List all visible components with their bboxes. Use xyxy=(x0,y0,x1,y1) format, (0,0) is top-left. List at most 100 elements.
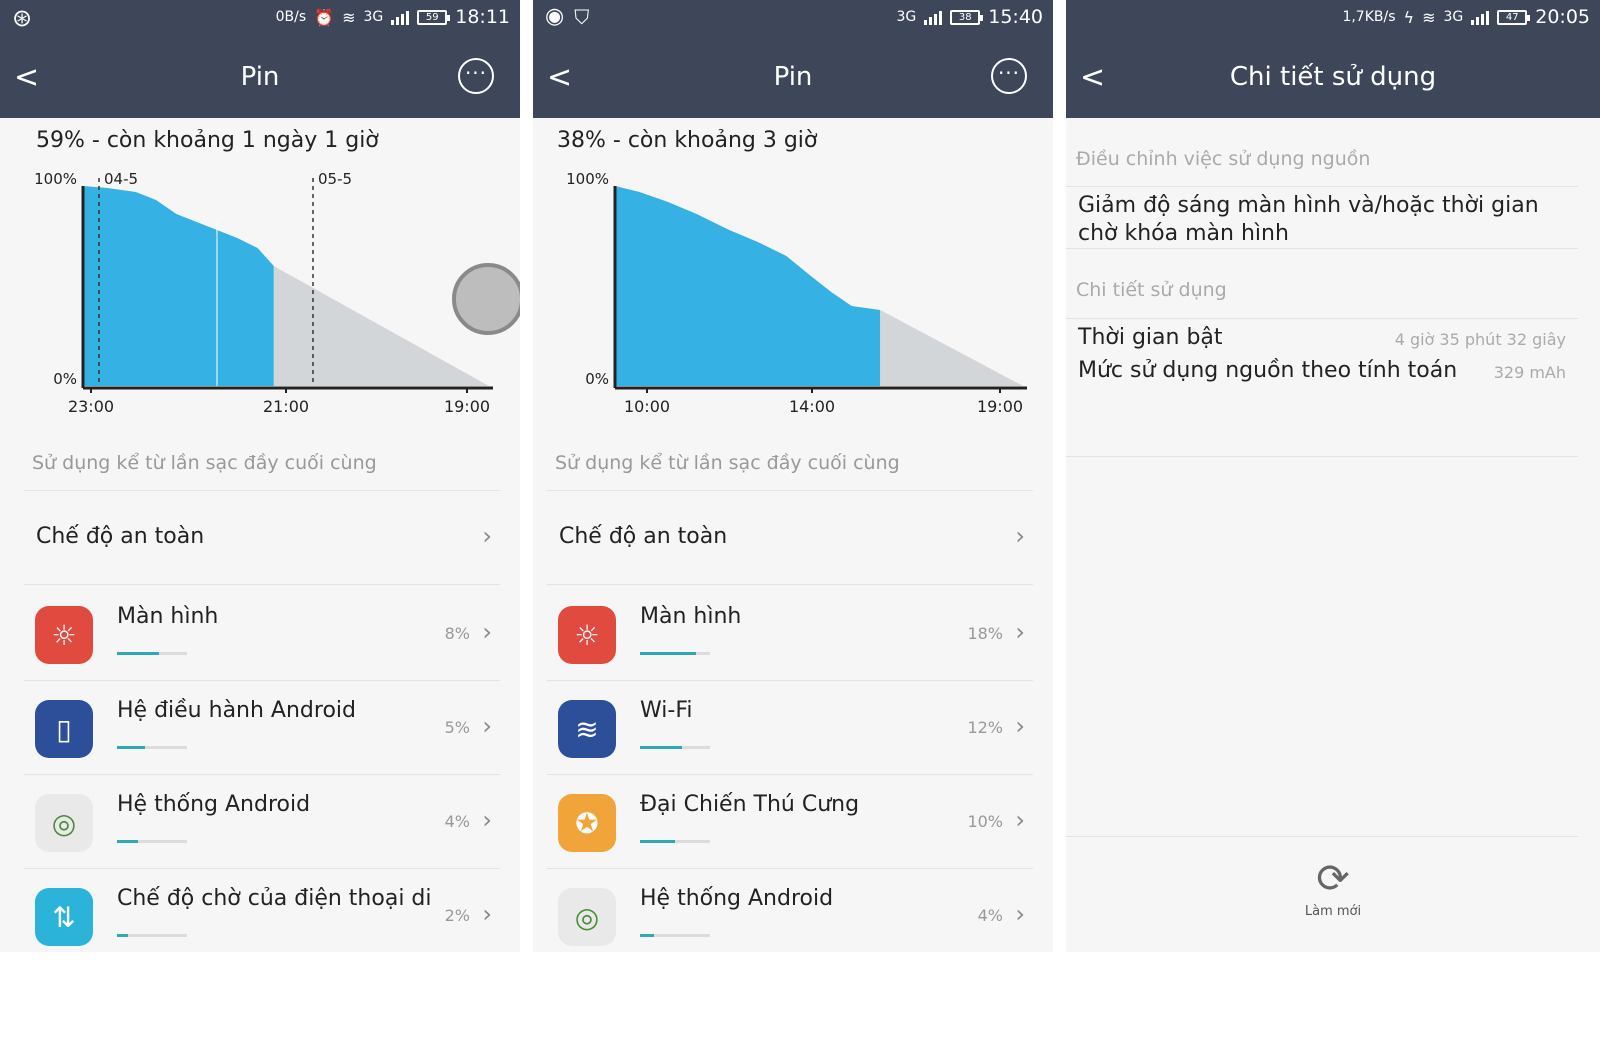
power-usage-value: 329 mAh xyxy=(1493,363,1566,382)
usage-list-item[interactable]: ☼ Màn hình 8% › xyxy=(24,588,500,682)
x-tick-label: 14:00 xyxy=(789,397,835,416)
usage-percent: 2% xyxy=(444,906,470,925)
chevron-right-icon: › xyxy=(1015,712,1025,740)
charging-icon: ϟ xyxy=(1403,7,1415,27)
usage-list-item[interactable]: ⇅ Chế độ chờ của điện thoại di đ 2% › xyxy=(24,870,500,952)
standby-arrows-icon: ⇅ xyxy=(35,888,93,946)
wifi-status-icon: ≋ xyxy=(1422,7,1436,27)
battery-used-area xyxy=(615,186,881,386)
status-bar: ⊛ 0B/s ⏰ ≋ 3G 59 18:11 xyxy=(0,0,520,36)
game-pet-icon: ✪ xyxy=(558,794,616,852)
battery-projection-area xyxy=(880,310,1023,386)
chevron-right-icon: › xyxy=(1015,522,1025,550)
tip-line-1[interactable]: Giảm độ sáng màn hình và/hoặc thời gian xyxy=(1078,192,1539,220)
x-tick-label: 21:00 xyxy=(263,397,309,416)
sun-icon: ☼ xyxy=(558,606,616,664)
safe-mode-label: Chế độ an toàn xyxy=(36,524,205,549)
more-options-button[interactable]: ··· xyxy=(458,58,494,94)
divider xyxy=(1066,318,1578,319)
power-adjust-section-label: Điều chỉnh việc sử dụng nguồn xyxy=(1076,148,1371,170)
battery-level: 38 xyxy=(950,9,984,25)
usage-detail-screen: 1,7KB/s ϟ ≋ 3G 47 20:05 < Chi tiết sử dụ… xyxy=(1066,0,1600,952)
usage-list-item[interactable]: ≋ Wi-Fi 12% › xyxy=(547,682,1033,776)
signal-icon xyxy=(924,9,943,25)
sun-icon: ☼ xyxy=(35,606,93,664)
usage-percent: 8% xyxy=(444,624,470,643)
divider xyxy=(1066,456,1578,457)
refresh-button[interactable]: ⟳ Làm mới xyxy=(1066,856,1600,919)
divider xyxy=(1066,836,1578,837)
usage-list-item[interactable]: ◎ Hệ thống Android 4% › xyxy=(547,870,1033,952)
divider xyxy=(547,490,1033,491)
tip-line-2[interactable]: chờ khóa màn hình xyxy=(1078,220,1289,248)
battery-level: 59 xyxy=(417,9,451,25)
page-title: Chi tiết sử dụng xyxy=(1229,62,1437,92)
usage-percent: 4% xyxy=(444,812,470,831)
battery-summary: 38% - còn khoảng 3 giờ xyxy=(557,128,818,153)
usage-list-item[interactable]: ✪ Đại Chiến Thú Cưng 10% › xyxy=(547,776,1033,870)
divider xyxy=(24,584,500,585)
battery-screen-2: ◉ ⛉ 3G 38 15:40 < Pin ··· 38% - còn khoả… xyxy=(533,0,1053,952)
usage-percent: 12% xyxy=(967,718,1003,737)
usage-item-label: Wi-Fi xyxy=(640,698,693,723)
chevron-right-icon: › xyxy=(1015,806,1025,834)
usage-item-label: Hệ thống Android xyxy=(640,886,834,911)
usage-item-label: Hệ điều hành Android xyxy=(117,698,356,723)
divider xyxy=(24,774,500,775)
safe-mode-label: Chế độ an toàn xyxy=(559,524,728,549)
usage-list-item[interactable]: ☼ Màn hình 18% › xyxy=(547,588,1033,682)
alarm-icon: ⏰ xyxy=(314,7,335,27)
usage-item-label: Chế độ chờ của điện thoại di đ xyxy=(117,886,437,911)
date-marker-label: 05-5 xyxy=(318,170,352,188)
divider xyxy=(547,680,1033,681)
usage-list-item[interactable]: ◎ Hệ thống Android 4% › xyxy=(24,776,500,870)
usage-bar xyxy=(640,934,710,937)
chevron-right-icon: › xyxy=(482,806,492,834)
shield-icon: ⛉ xyxy=(574,4,590,29)
battery-used-area xyxy=(83,186,274,386)
date-marker-label: 04-5 xyxy=(104,170,138,188)
status-bar: 1,7KB/s ϟ ≋ 3G 47 20:05 xyxy=(1066,0,1600,36)
chevron-right-icon: › xyxy=(482,618,492,646)
divider xyxy=(24,490,500,491)
app-logo-icon: ◉ xyxy=(545,4,565,29)
usage-item-label: Đại Chiến Thú Cưng xyxy=(640,792,860,817)
network-type: 3G xyxy=(1443,9,1464,25)
net-speed: 0B/s xyxy=(275,9,307,25)
divider xyxy=(547,868,1033,869)
battery-summary: 59% - còn khoảng 1 ngày 1 giờ xyxy=(36,128,379,153)
floating-assist-button[interactable] xyxy=(452,263,520,335)
usage-percent: 10% xyxy=(967,812,1003,831)
android-system-icon: ◎ xyxy=(35,794,93,852)
app-header: < Pin ··· xyxy=(0,36,520,118)
chevron-right-icon: › xyxy=(482,900,492,928)
usage-list-item[interactable]: ▯ Hệ điều hành Android 5% › xyxy=(24,682,500,776)
clock: 15:40 xyxy=(988,6,1043,28)
divider xyxy=(24,868,500,869)
battery-screen-1: ⊛ 0B/s ⏰ ≋ 3G 59 18:11 < Pin ··· 59% - c… xyxy=(0,0,520,952)
wifi-status-icon: ≋ xyxy=(342,7,356,27)
usage-bar xyxy=(117,652,187,655)
usage-percent: 4% xyxy=(977,906,1003,925)
safe-mode-row[interactable]: Chế độ an toàn › xyxy=(547,502,1033,586)
wifi-icon: ≋ xyxy=(558,700,616,758)
y-tick-label: 100% xyxy=(566,170,609,188)
safe-mode-row[interactable]: Chế độ an toàn › xyxy=(24,502,500,586)
divider xyxy=(547,774,1033,775)
refresh-icon: ⟳ xyxy=(1316,856,1350,902)
more-options-button[interactable]: ··· xyxy=(991,58,1027,94)
usage-bar xyxy=(117,840,187,843)
battery-chart: 100% 0% 23:00 21:00 19:00 04-5 05-5 xyxy=(34,170,493,416)
on-time-value: 4 giờ 35 phút 32 giây xyxy=(1394,330,1566,349)
usage-bar xyxy=(640,840,710,843)
network-type: 3G xyxy=(363,9,384,25)
usage-item-label: Màn hình xyxy=(640,604,742,629)
page-title: Pin xyxy=(773,62,813,92)
on-time-label: Thời gian bật xyxy=(1078,325,1223,350)
refresh-label: Làm mới xyxy=(1304,904,1362,919)
network-type: 3G xyxy=(896,9,917,25)
clock: 20:05 xyxy=(1535,6,1590,28)
chevron-right-icon: › xyxy=(482,712,492,740)
net-speed: 1,7KB/s xyxy=(1342,9,1396,25)
divider xyxy=(547,584,1033,585)
